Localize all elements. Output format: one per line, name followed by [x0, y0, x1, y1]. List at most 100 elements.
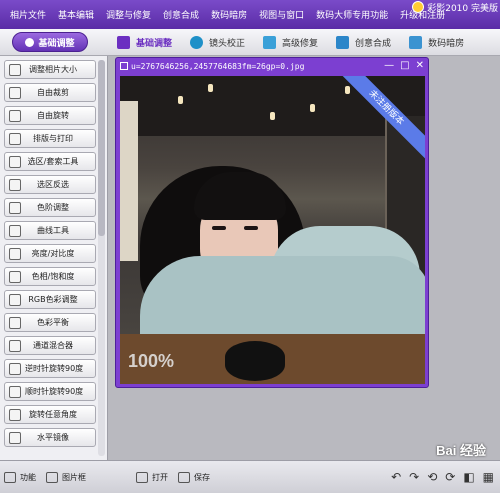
tab-lens-correction[interactable]: 镜头校正	[181, 29, 254, 55]
save-button[interactable]: 保存	[178, 471, 210, 483]
photo-preview[interactable]: 未注册版本 100%	[120, 76, 425, 384]
sidebar-item-lasso[interactable]: 选区/套索工具	[4, 152, 96, 171]
zoom-level: 100%	[128, 351, 175, 371]
tab-basic-adjust[interactable]: 基础调整	[108, 29, 181, 55]
sidebar-item-brightness[interactable]: 亮度/对比度	[4, 244, 96, 263]
sidebar-item-label: 选区/套索工具	[27, 157, 79, 166]
sidebar-item-curves[interactable]: 曲线工具	[4, 221, 96, 240]
tab-darkroom[interactable]: 数码暗房	[400, 29, 473, 55]
rotate-icon	[9, 109, 21, 122]
app-logo-icon	[412, 1, 425, 13]
rotate-right-icon[interactable]: ⟳	[445, 470, 455, 484]
tab-label: 创意合成	[355, 38, 392, 49]
sidebar-item-label: 顺时针旋转90度	[25, 387, 84, 396]
sidebar-item-label: 自由裁剪	[37, 88, 69, 97]
sidebar-item-levels[interactable]: 色阶调整	[4, 198, 96, 217]
camera-icon	[136, 471, 148, 483]
sidebar-item-resize[interactable]: 调整相片大小	[4, 60, 96, 79]
photo-lamp	[345, 86, 350, 94]
sidebar-item-rotate-ccw[interactable]: 逆时针旋转90度	[4, 359, 96, 378]
sidebar-item-crop[interactable]: 自由裁剪	[4, 83, 96, 102]
grid-icon[interactable]: ▦	[483, 470, 494, 484]
sidebar-item-rotate-any[interactable]: 旋转任意角度	[4, 405, 96, 424]
photo-lamp	[270, 112, 275, 120]
sidebar-item-invert-selection[interactable]: 选区反选	[4, 175, 96, 194]
tab-advanced-repair[interactable]: 高级修复	[254, 29, 327, 55]
sidebar-item-rgb[interactable]: RGB色彩调整	[4, 290, 96, 309]
save-icon	[178, 471, 190, 483]
menu-creative[interactable]: 创意合成	[157, 8, 205, 21]
menu-file[interactable]: 相片文件	[4, 8, 52, 21]
color-balance-icon	[9, 316, 21, 329]
print-icon	[9, 132, 21, 145]
status-left: 功能 图片框	[4, 471, 96, 483]
mirror-icon	[9, 431, 21, 444]
sidebar-item-label: 排版与打印	[33, 134, 73, 143]
lens-icon	[190, 35, 204, 49]
menu-master-functions[interactable]: 数码大师专用功能	[310, 8, 394, 21]
menu-basic-edit[interactable]: 基本编辑	[52, 8, 100, 21]
open-button[interactable]: 打开	[136, 471, 168, 483]
sidebar-item-rotate[interactable]: 自由旋转	[4, 106, 96, 125]
image-window[interactable]: u=2767646256,2457764683fm=26gp=0.jpg — □…	[115, 57, 429, 388]
menu-darkroom[interactable]: 数码暗房	[205, 8, 253, 21]
function-icon	[4, 471, 16, 483]
status-right-tools: ↶ ↷ ⟲ ⟳ ◧ ▦	[391, 470, 494, 484]
thumbnails-toggle-button[interactable]: 图片框	[46, 471, 86, 483]
rotate-ccw-icon	[9, 362, 21, 375]
photo-bangs	[194, 172, 286, 220]
thumbnails-icon	[46, 471, 58, 483]
crop-icon	[9, 86, 21, 99]
left-tool-panel: 调整相片大小 自由裁剪 自由旋转 排版与打印 选区/套索工具 选区反选 色阶调整…	[0, 56, 108, 460]
sidebar-scrollbar[interactable]	[98, 60, 105, 456]
sidebar-item-print[interactable]: 排版与打印	[4, 129, 96, 148]
darkroom-icon	[409, 35, 423, 49]
repair-icon	[263, 35, 277, 49]
tab-label: 高级修复	[282, 38, 319, 49]
function-toggle-button[interactable]: 功能	[4, 471, 36, 483]
curves-icon	[9, 224, 21, 237]
baidu-watermark: Bai 经验	[436, 443, 486, 458]
sidebar-item-label: RGB色彩调整	[28, 295, 78, 304]
tab-creative[interactable]: 创意合成	[327, 29, 400, 55]
menu-view-window[interactable]: 视图与窗口	[253, 8, 310, 21]
minimize-icon[interactable]: —	[384, 60, 394, 72]
photo-window-light	[120, 101, 138, 261]
lasso-icon	[9, 155, 21, 168]
function-label: 功能	[20, 472, 36, 482]
app-title-text: 彩影2010 完美版	[427, 3, 498, 14]
sidebar-item-rotate-cw[interactable]: 顺时针旋转90度	[4, 382, 96, 401]
maximize-icon[interactable]: □	[400, 60, 409, 72]
thumbnails-label: 图片框	[62, 472, 86, 482]
rotate-any-icon	[9, 408, 21, 421]
sidebar-item-hue[interactable]: 色相/饱和度	[4, 267, 96, 286]
menu-bar: 相片文件 基本编辑 调整与修复 创意合成 数码暗房 视图与窗口 数码大师专用功能…	[0, 0, 500, 29]
mode-icon	[25, 37, 35, 47]
scrollbar-thumb[interactable]	[98, 60, 105, 236]
sidebar-item-mirror[interactable]: 水平镜像	[4, 428, 96, 447]
undo-icon[interactable]: ↶	[391, 470, 401, 484]
redo-icon[interactable]: ↷	[409, 470, 419, 484]
photo-compact-case	[225, 341, 285, 381]
window-controls: — □ ✕	[384, 60, 424, 72]
rgb-icon	[9, 293, 21, 306]
menu-adjust-repair[interactable]: 调整与修复	[100, 8, 157, 21]
sidebar-item-channel-mixer[interactable]: 通道混合器	[4, 336, 96, 355]
sidebar-item-label: 水平镜像	[37, 433, 69, 442]
photo-lamp	[310, 104, 315, 112]
rotate-left-icon[interactable]: ⟲	[427, 470, 437, 484]
tab-label: 数码暗房	[428, 38, 465, 49]
photo-lamp	[208, 84, 213, 92]
hue-icon	[9, 270, 21, 283]
close-icon[interactable]: ✕	[416, 60, 424, 72]
compare-icon[interactable]: ◧	[463, 470, 474, 484]
image-window-titlebar[interactable]: u=2767646256,2457764683fm=26gp=0.jpg	[116, 58, 428, 74]
resize-icon	[9, 63, 21, 76]
sidebar-item-label: 亮度/对比度	[31, 249, 75, 258]
mode-button[interactable]: 基础调整	[12, 32, 88, 52]
sidebar-item-label: 色彩平衡	[37, 318, 69, 327]
sidebar-item-label: 旋转任意角度	[29, 410, 77, 419]
sidebar-item-color-balance[interactable]: 色彩平衡	[4, 313, 96, 332]
channel-mixer-icon	[9, 339, 21, 352]
sidebar-item-label: 选区反选	[37, 180, 69, 189]
